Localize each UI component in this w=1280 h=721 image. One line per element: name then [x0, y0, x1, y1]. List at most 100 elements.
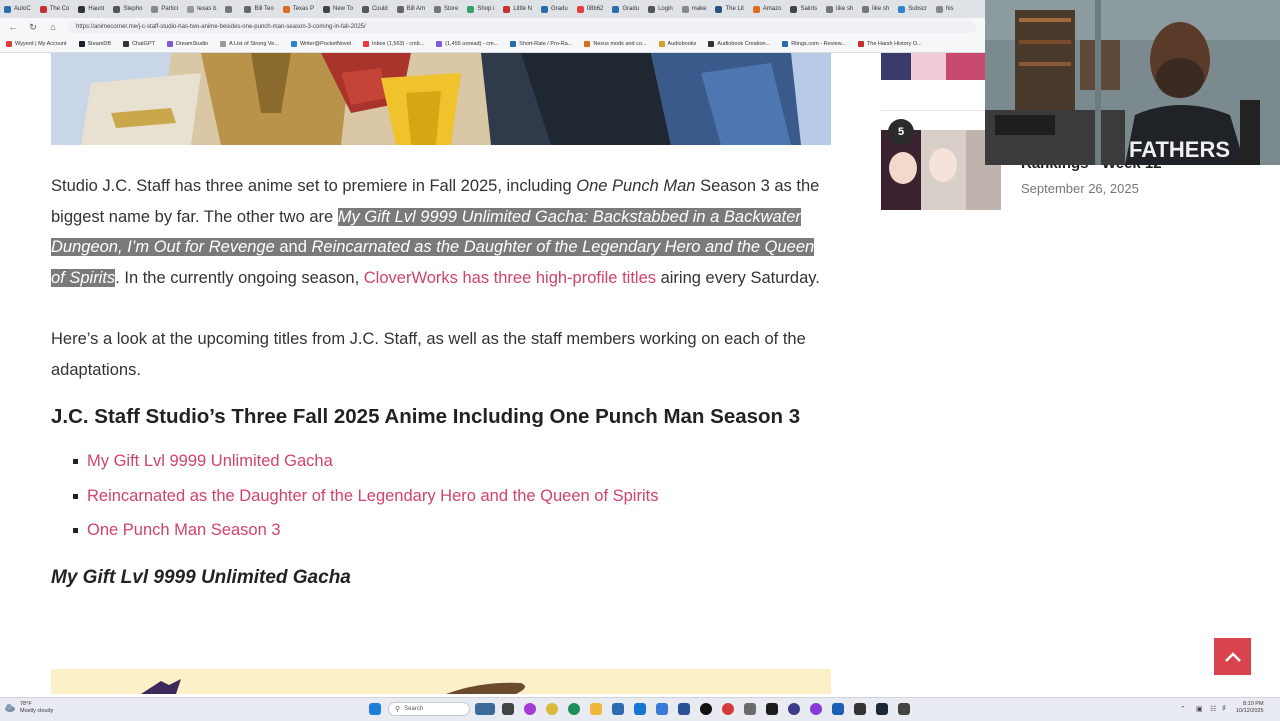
tab-23[interactable]: Saints [786, 2, 821, 16]
app-icon[interactable] [810, 703, 822, 715]
bookmark-item[interactable]: SteamDB [73, 41, 118, 47]
tab-9[interactable]: Texas P [279, 2, 318, 16]
list-link-one-punch-man[interactable]: One Punch Man Season 3 [87, 521, 281, 539]
tab-22[interactable]: Amazo [749, 2, 786, 16]
tab-24[interactable]: like sh [822, 2, 857, 16]
tab-favicon-icon [187, 5, 195, 13]
taskbar-search[interactable]: ⚲ Search [388, 702, 470, 716]
intro-text: . In the currently ongoing season, [115, 268, 364, 287]
bookmark-item[interactable]: Audiobook Creation... [702, 41, 776, 47]
bookmark-item[interactable]: Short-Rate / Pro-Ra... [504, 41, 578, 47]
bookmark-item[interactable]: Wyyerd | My Account [0, 41, 73, 47]
tab-2[interactable]: The Co [36, 2, 74, 16]
tab-favicon-icon [433, 5, 441, 13]
list-link-reincarnated[interactable]: Reincarnated as the Daughter of the Lege… [87, 487, 658, 505]
app-icon[interactable] [788, 703, 800, 715]
tab-4[interactable]: Stepho [109, 2, 146, 16]
bookmark-item[interactable]: Audiobooks [653, 41, 703, 47]
tab-favicon-icon [396, 5, 404, 13]
task-view-icon[interactable] [502, 703, 514, 715]
back-icon[interactable]: ← [6, 20, 20, 34]
tab-favicon-icon [935, 5, 943, 13]
bookmark-favicon-icon [123, 41, 130, 47]
app-icon[interactable] [700, 703, 712, 715]
list-item: Reincarnated as the Daughter of the Lege… [51, 479, 831, 514]
tab-7[interactable] [221, 2, 239, 16]
list-link-gacha[interactable]: My Gift Lvl 9999 Unlimited Gacha [87, 452, 333, 470]
outlook-icon[interactable] [634, 703, 646, 715]
app-icon[interactable] [722, 703, 734, 715]
network-icon[interactable]: ▣ [1196, 705, 1203, 713]
volume-icon[interactable]: ♯ [1222, 705, 1226, 712]
tab-12[interactable]: Bill Am [393, 2, 429, 16]
section-heading: J.C. Staff Studio’s Three Fall 2025 Anim… [51, 405, 801, 428]
app-icon[interactable] [744, 703, 756, 715]
tab-15[interactable]: Little N [499, 2, 536, 16]
folder-icon[interactable] [590, 703, 602, 715]
tab-3[interactable]: Haunt [74, 2, 108, 16]
address-bar[interactable]: https://animecorner.me/j-c-staff-studio-… [68, 21, 976, 33]
bookmark-item[interactable]: (1,455 unread) - cm... [430, 41, 504, 47]
tab-26[interactable]: Subscr [894, 2, 931, 16]
weather-temp: 78°F [20, 701, 32, 707]
tab-favicon-icon [323, 5, 331, 13]
intro-text: airing every Saturday. [656, 268, 820, 287]
tab-20[interactable]: make [678, 2, 711, 16]
chevron-up-icon[interactable]: ⌃ [1180, 705, 1186, 713]
app-icon[interactable] [524, 703, 536, 715]
windows-start-icon[interactable] [369, 703, 381, 715]
bookmark-item[interactable]: Rtings.com - Review... [776, 41, 852, 47]
bookmark-item[interactable]: A List of Strong Ve... [214, 41, 285, 47]
browser-icon[interactable] [568, 703, 580, 715]
bookmark-item[interactable]: The Harsh History O... [852, 41, 928, 47]
bookmark-item[interactable]: Inbox (1,563) - cmb... [357, 41, 430, 47]
gacha-key-visual-image [51, 669, 831, 694]
tab-favicon-icon [681, 5, 689, 13]
sidebar-thumbnail-top[interactable] [881, 53, 985, 80]
app-icon[interactable] [546, 703, 558, 715]
bullet-icon [73, 493, 78, 499]
weather-widget[interactable]: 78°F Mostly cloudy [4, 701, 53, 715]
bookmark-item[interactable]: Nexus mods and co... [578, 41, 652, 47]
tab-17[interactable]: 08b62 [573, 2, 608, 16]
tab-11[interactable]: Could [358, 2, 392, 16]
refresh-icon[interactable]: ↻ [26, 20, 40, 34]
weather-condition: Mostly cloudy [20, 708, 54, 714]
tab-6[interactable]: texas b [183, 2, 220, 16]
app-icon[interactable] [612, 703, 624, 715]
home-icon[interactable]: ⌂ [46, 20, 60, 34]
cloverworks-link[interactable]: CloverWorks has three high-profile title… [364, 269, 656, 287]
app-icon[interactable] [678, 703, 690, 715]
tab-19[interactable]: Login [644, 2, 677, 16]
tab-16[interactable]: Gradu [537, 2, 572, 16]
tab-27[interactable]: his [932, 2, 958, 16]
intro-text: Studio J.C. Staff has three anime set to… [51, 177, 577, 195]
steam-icon[interactable] [876, 703, 888, 715]
tab-favicon-icon [576, 5, 584, 13]
tab-5[interactable]: Partici [147, 2, 182, 16]
tab-13[interactable]: Store [430, 2, 462, 16]
widget-icon[interactable] [475, 703, 495, 715]
bookmark-item[interactable]: ChatGPT [117, 41, 161, 47]
search-icon: ⚲ [395, 706, 401, 713]
taskbar-clock[interactable]: 8:10 PM 10/12/2025 [1236, 701, 1264, 715]
tab-favicon-icon [862, 5, 870, 13]
back-to-top-button[interactable] [1214, 638, 1251, 675]
tab-favicon-icon [361, 5, 369, 13]
tab-21[interactable]: The Lit [711, 2, 747, 16]
tab-favicon-icon [151, 5, 159, 13]
word-icon[interactable] [832, 703, 844, 715]
tab-25[interactable]: like sh [858, 2, 893, 16]
tab-1[interactable]: AutoC [0, 2, 35, 16]
tab-18[interactable]: Gradu [608, 2, 643, 16]
bookmark-item[interactable]: DreamStudio [161, 41, 214, 47]
tab-8[interactable]: Bill Teo [240, 2, 277, 16]
app-icon[interactable] [656, 703, 668, 715]
app-icon[interactable] [766, 703, 778, 715]
wifi-icon[interactable]: ☷ [1210, 705, 1216, 713]
app-icon[interactable] [898, 703, 910, 715]
tab-10[interactable]: New To [319, 2, 357, 16]
app-icon[interactable] [854, 703, 866, 715]
bookmark-item[interactable]: Writer@PocketNovel [285, 41, 357, 47]
tab-14[interactable]: Shop i [463, 2, 498, 16]
